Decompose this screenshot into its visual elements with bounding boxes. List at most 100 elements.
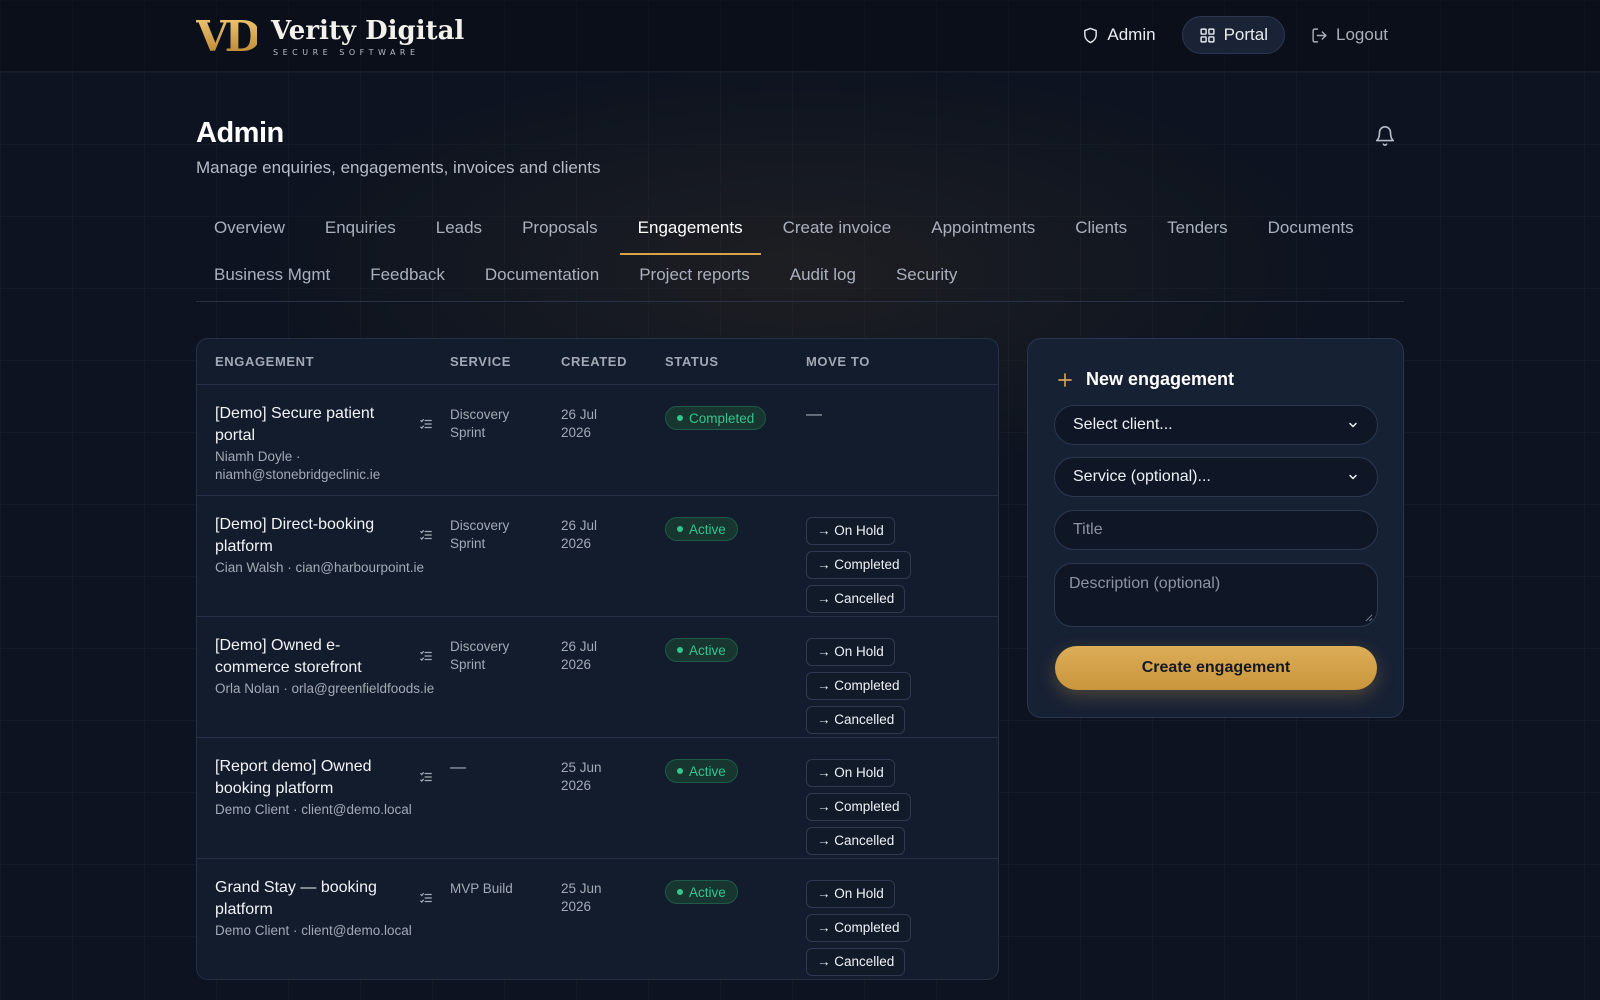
checklist-icon[interactable] [419, 891, 433, 905]
engagement-title[interactable]: [Demo] Secure patient portal [215, 403, 411, 447]
nav-admin-label: Admin [1107, 25, 1156, 44]
engagement-cell: [Report demo] Owned booking platform Demo… [197, 738, 450, 858]
nav-portal[interactable]: Portal [1181, 16, 1285, 54]
nav-logout[interactable]: Logout [1295, 16, 1404, 54]
engagement-title[interactable]: [Report demo] Owned booking platform [215, 756, 411, 800]
service-value: Discovery Sprint [450, 639, 510, 672]
move-to-cancelled-button[interactable]: → Cancelled [806, 948, 906, 976]
nav-admin[interactable]: Admin [1066, 16, 1171, 54]
tab-project-reports[interactable]: Project reports [621, 255, 768, 302]
engagement-client: Niamh Doyle · niamh@stonebridgeclinic.ie [215, 449, 381, 482]
tab-audit-log[interactable]: Audit log [772, 255, 874, 302]
move-to-on-hold-button[interactable]: → On Hold [806, 759, 895, 787]
checklist-icon[interactable] [419, 649, 433, 663]
engagement-client: Cian Walsh · cian@harbourpoint.ie [215, 560, 425, 575]
engagement-cell: [Demo] Owned e-commerce storefront Orla N… [197, 617, 450, 737]
tab-leads[interactable]: Leads [418, 208, 500, 255]
table-row: [Demo] Direct-booking platform Cian Walsh… [197, 496, 998, 617]
engagement-title[interactable]: [Demo] Owned e-commerce storefront [215, 635, 411, 679]
status-dot [677, 889, 683, 895]
nav-logout-label: Logout [1336, 25, 1388, 44]
tab-create-invoice[interactable]: Create invoice [765, 208, 910, 255]
status-label: Active [689, 642, 726, 658]
created-value: 25 Jun 2026 [561, 760, 602, 793]
engagement-cell: [Demo] Direct-booking platform Cian Walsh… [197, 496, 450, 616]
col-move-to: MOVE TO [806, 354, 870, 369]
engagement-client: Demo Client · client@demo.local [215, 802, 412, 817]
page-subtitle: Manage enquiries, engagements, invoices … [196, 158, 601, 177]
tab-appointments[interactable]: Appointments [913, 208, 1053, 255]
move-to-completed-button[interactable]: → Completed [806, 672, 911, 700]
form-header: New engagement [1056, 369, 1234, 390]
bell-icon[interactable] [1374, 125, 1396, 147]
checklist-icon[interactable] [419, 528, 433, 542]
tab-proposals[interactable]: Proposals [504, 208, 616, 255]
engagement-client: Orla Nolan · orla@greenfieldfoods.ie [215, 681, 435, 696]
create-engagement-button[interactable]: Create engagement [1055, 646, 1377, 690]
description-placeholder: Description (optional) [1069, 575, 1221, 592]
tab-clients[interactable]: Clients [1057, 208, 1145, 255]
engagement-title[interactable]: [Demo] Direct-booking platform [215, 514, 411, 558]
tab-security[interactable]: Security [878, 255, 975, 302]
status-label: Active [689, 521, 726, 537]
move-to-cancelled-button[interactable]: → Cancelled [806, 706, 906, 734]
tab-documentation[interactable]: Documentation [467, 255, 617, 302]
move-to-cancelled-button[interactable]: → Cancelled [806, 827, 906, 855]
tab-tenders[interactable]: Tenders [1149, 208, 1245, 255]
status-label: Active [689, 884, 726, 900]
brand-logo[interactable]: VD Verity Digital SECURE SOFTWARE [196, 16, 464, 58]
move-to-cell: → On Hold → Completed → Cancelled [806, 859, 996, 979]
tab-enquiries[interactable]: Enquiries [307, 208, 414, 255]
title-input[interactable]: Title [1054, 510, 1378, 550]
service-select-value: Service (optional)... [1073, 468, 1211, 485]
chevron-down-icon [1349, 422, 1357, 428]
move-to-cell: → On Hold → Completed → Cancelled [806, 496, 996, 616]
engagement-cell: Grand Stay — booking platform Demo Client… [197, 859, 450, 979]
resize-grip-icon[interactable] [1364, 613, 1373, 622]
move-to-on-hold-button[interactable]: → On Hold [806, 517, 895, 545]
tab-business-mgmt[interactable]: Business Mgmt [196, 255, 348, 302]
service-value: Discovery Sprint [450, 518, 510, 551]
col-engagement: ENGAGEMENT [215, 354, 315, 369]
grid-icon [1199, 27, 1215, 43]
status-badge: Completed [665, 406, 767, 430]
tab-feedback[interactable]: Feedback [352, 255, 463, 302]
checklist-icon[interactable] [419, 770, 433, 784]
description-textarea[interactable]: Description (optional) [1054, 563, 1378, 627]
service-value: MVP Build [450, 881, 513, 896]
tab-documents[interactable]: Documents [1250, 208, 1372, 255]
created-value: 26 Jul 2026 [561, 639, 598, 672]
tab-engagements[interactable]: Engagements [619, 208, 761, 255]
move-to-on-hold-button[interactable]: → On Hold [806, 638, 895, 666]
status-badge: Active [665, 880, 738, 904]
move-to-completed-button[interactable]: → Completed [806, 793, 911, 821]
created-value: 26 Jul 2026 [561, 518, 598, 551]
move-to-cancelled-button[interactable]: → Cancelled [806, 585, 906, 613]
tab-overview[interactable]: Overview [196, 208, 303, 255]
move-buttons: → On Hold → Completed → Cancelled [806, 759, 996, 855]
new-engagement-form: New engagement Select client... Service … [1027, 338, 1404, 718]
chevron-down-icon [1349, 474, 1357, 480]
client-select[interactable]: Select client... [1054, 405, 1378, 445]
service-value: — [450, 759, 466, 776]
engagement-cell: [Demo] Secure patient portal Niamh Doyle … [197, 385, 450, 495]
move-to-completed-button[interactable]: → Completed [806, 551, 911, 579]
move-to-cell: → On Hold → Completed → Cancelled [806, 617, 996, 737]
move-to-completed-button[interactable]: → Completed [806, 914, 911, 942]
move-to-on-hold-button[interactable]: → On Hold [806, 880, 895, 908]
service-cell: — [450, 738, 561, 858]
col-service: SERVICE [450, 354, 512, 369]
created-cell: 26 Jul 2026 [561, 496, 665, 616]
service-select[interactable]: Service (optional)... [1054, 457, 1378, 497]
status-dot [677, 526, 683, 532]
move-to-cell: — [806, 385, 996, 495]
engagement-title[interactable]: Grand Stay — booking platform [215, 877, 411, 921]
checklist-icon[interactable] [419, 417, 433, 431]
service-value: Discovery Sprint [450, 407, 510, 440]
created-value: 26 Jul 2026 [561, 407, 598, 440]
status-cell: Active [665, 738, 806, 858]
created-cell: 25 Jun 2026 [561, 859, 665, 979]
status-label: Active [689, 763, 726, 779]
brand-mark: VD [196, 12, 261, 61]
admin-tabs: Overview Enquiries Leads Proposals Engagemen… [196, 208, 1404, 302]
